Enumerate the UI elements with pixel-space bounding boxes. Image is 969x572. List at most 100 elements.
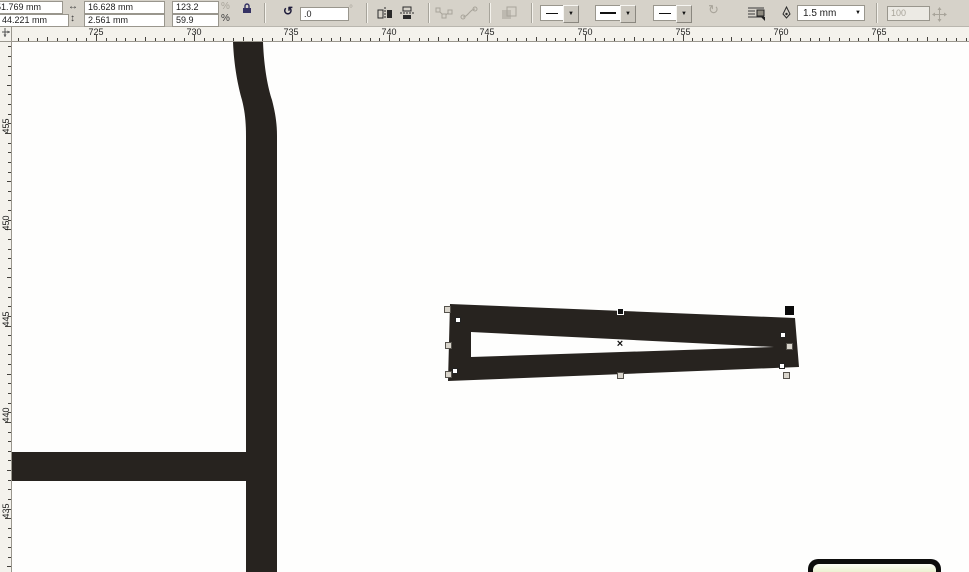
- ruler-tick: [809, 38, 811, 41]
- ruler-origin-button[interactable]: [0, 27, 12, 42]
- selection-handle[interactable]: [785, 306, 794, 315]
- outline-width-dropdown-button[interactable]: ▼: [855, 10, 861, 16]
- ruler-tick: [301, 38, 303, 41]
- outline-style-preview: [600, 12, 616, 14]
- start-arrowhead-dropdown-button[interactable]: ▼: [563, 5, 579, 23]
- ruler-tick: [8, 383, 11, 385]
- ruler-tick: [281, 38, 283, 41]
- combine-button[interactable]: [497, 4, 521, 22]
- mirror-horizontal-button[interactable]: [375, 4, 395, 22]
- mirror-horizontal-icon: [377, 7, 392, 19]
- ruler-tick: [418, 38, 420, 41]
- opacity-field[interactable]: 100: [887, 6, 930, 21]
- ruler-label: 450: [1, 215, 11, 231]
- ruler-tick: [838, 38, 840, 41]
- mirror-vertical-button[interactable]: [397, 4, 417, 22]
- ruler-tick: [770, 38, 772, 41]
- ruler-tick: [467, 38, 469, 41]
- outline-width-selector[interactable]: 1.5 mm ▼: [797, 5, 865, 21]
- vertical-ruler[interactable]: 455 450 445 440 435: [0, 42, 12, 572]
- ruler-tick: [604, 38, 606, 41]
- selection-handle[interactable]: [444, 306, 451, 313]
- selection-center-marker[interactable]: ×: [617, 339, 623, 350]
- ruler-tick: [702, 38, 704, 41]
- ruler-tick: [7, 181, 11, 183]
- curve-node[interactable]: [452, 368, 458, 374]
- drawing-canvas[interactable]: ×: [12, 42, 969, 572]
- lock-ratio-icon[interactable]: [241, 1, 253, 13]
- ruler-tick: [8, 46, 11, 48]
- ruler-tick: [7, 277, 11, 279]
- size-height-field[interactable]: 2.561 mm: [84, 14, 165, 27]
- selection-handle[interactable]: [445, 342, 452, 349]
- ruler-tick: [897, 38, 899, 41]
- separator: [428, 3, 430, 23]
- selection-handle[interactable]: [783, 372, 790, 379]
- ruler-tick: [594, 38, 596, 41]
- ruler-tick: [8, 547, 11, 549]
- end-arrowhead-dropdown-button[interactable]: ▼: [676, 5, 692, 23]
- ruler-label: 730: [186, 27, 202, 37]
- ruler-tick: [379, 38, 381, 41]
- size-width-field[interactable]: 16.628 mm: [84, 1, 165, 14]
- ruler-tick: [545, 38, 547, 41]
- ruler-tick: [447, 38, 449, 41]
- wrap-text-button[interactable]: [743, 4, 769, 22]
- ruler-tick: [760, 38, 762, 41]
- selection-handle[interactable]: [617, 372, 624, 379]
- scale-h-field[interactable]: 123.2: [172, 1, 219, 14]
- ruler-tick: [8, 142, 11, 144]
- ruler-tick: [8, 354, 11, 356]
- ruler-tick: [7, 566, 11, 568]
- position-y-field[interactable]: 44.221 mm: [0, 14, 69, 27]
- close-curve-icon[interactable]: ↻: [708, 3, 719, 16]
- start-arrowhead-selector[interactable]: [540, 5, 564, 21]
- ruler-label: 445: [1, 311, 11, 327]
- ruler-tick: [271, 38, 273, 41]
- ruler-tick: [350, 38, 352, 41]
- scale-v-field[interactable]: 59.9: [172, 14, 219, 27]
- separator: [366, 3, 368, 23]
- end-arrowhead-preview: [659, 12, 671, 14]
- curve-node[interactable]: [780, 332, 786, 338]
- outline-style-dropdown-button[interactable]: ▼: [620, 5, 636, 23]
- ruler-tick: [819, 38, 821, 41]
- ruler-tick: [232, 38, 234, 41]
- position-x-field[interactable]: 51.769 mm: [0, 1, 63, 14]
- curve-node[interactable]: [779, 363, 785, 369]
- outline-style-selector[interactable]: [595, 5, 621, 21]
- end-arrowhead-selector[interactable]: [653, 5, 677, 21]
- ruler-label: 745: [479, 27, 495, 37]
- ruler-tick: [8, 450, 11, 452]
- curve-node[interactable]: [455, 317, 461, 323]
- ruler-tick: [408, 38, 410, 41]
- ruler-label: 440: [1, 407, 11, 423]
- ruler-tick: [47, 37, 49, 41]
- ruler-tick: [829, 37, 831, 41]
- horizontal-ruler[interactable]: 725 730 735 740 745 750 755 760 765: [12, 27, 969, 42]
- ruler-tick: [721, 38, 723, 41]
- selection-handle[interactable]: [445, 371, 452, 378]
- ruler-tick: [8, 161, 11, 163]
- ruler-tick: [213, 38, 215, 41]
- percent-h-label: %: [221, 1, 230, 12]
- ruler-tick: [262, 38, 264, 41]
- ruler-tick: [399, 38, 401, 41]
- object-width-icon: ↔: [68, 1, 78, 12]
- rotation-angle-field[interactable]: .0: [300, 7, 349, 21]
- selection-handle[interactable]: [786, 343, 793, 350]
- ruler-tick: [790, 38, 792, 41]
- ruler-tick: [643, 38, 645, 41]
- ruler-tick: [8, 364, 11, 366]
- reduce-nodes-button[interactable]: [434, 4, 454, 22]
- convert-line-to-curve-button[interactable]: [459, 4, 479, 22]
- ruler-tick: [8, 104, 11, 106]
- ruler-tick: [8, 344, 11, 346]
- rotate-icon: ↺: [283, 4, 294, 18]
- ruler-tick: [438, 37, 440, 41]
- ruler-tick: [115, 38, 117, 41]
- ruler-tick: [858, 38, 860, 41]
- ruler-tick: [8, 335, 11, 337]
- selection-handle[interactable]: [617, 308, 624, 315]
- object-height-icon: ↕: [70, 13, 75, 24]
